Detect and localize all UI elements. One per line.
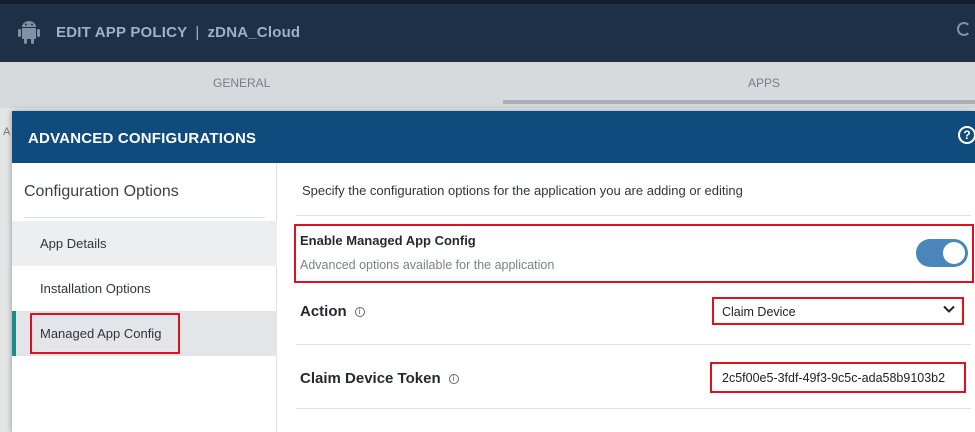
divider xyxy=(296,408,971,409)
action-select[interactable]: Claim Device xyxy=(712,297,964,325)
divider xyxy=(296,215,971,216)
sidebar-item-managed-app-config[interactable]: Managed App Config xyxy=(12,311,277,356)
configuration-content: Specify the configuration options for th… xyxy=(278,163,975,432)
action-label: Action xyxy=(300,303,347,320)
refresh-icon[interactable] xyxy=(957,22,971,36)
org-name: zDNA_Cloud xyxy=(207,24,301,41)
sidebar-item-label: Managed App Config xyxy=(40,326,162,341)
sidebar-item-label: Installation Options xyxy=(40,281,151,296)
top-strip xyxy=(0,0,975,4)
intro-text: Specify the configuration options for th… xyxy=(302,183,743,198)
help-icon[interactable]: ? xyxy=(958,126,975,144)
claim-device-token-label: Claim Device Token xyxy=(300,370,441,387)
managed-app-config-toggle[interactable] xyxy=(916,239,968,267)
info-icon[interactable]: i xyxy=(448,374,459,385)
title-separator: | xyxy=(195,24,200,41)
token-label-row: Claim Device Token i xyxy=(300,370,459,387)
configuration-options-heading: Configuration Options xyxy=(24,183,179,200)
active-item-accent xyxy=(12,311,16,356)
configuration-options-panel: Configuration Options App Details Instal… xyxy=(12,163,277,432)
divider xyxy=(296,344,971,345)
tab-apps[interactable]: APPS xyxy=(748,76,780,90)
tab-general[interactable]: GENERAL xyxy=(213,76,270,90)
page-title: EDIT APP POLICY | zDNA_Cloud xyxy=(56,24,300,41)
modal-header: ADVANCED CONFIGURATIONS ? xyxy=(12,111,975,163)
managed-app-config-label: Enable Managed App Config xyxy=(300,233,476,248)
top-bar: EDIT APP POLICY | zDNA_Cloud xyxy=(0,0,975,62)
managed-app-config-description: Advanced options available for the appli… xyxy=(300,258,555,272)
toggle-knob xyxy=(943,242,965,264)
advanced-configurations-modal: ADVANCED CONFIGURATIONS ? Configuration … xyxy=(12,111,975,432)
active-tab-indicator xyxy=(503,100,975,104)
background-partial-text: A xyxy=(3,126,11,138)
android-icon xyxy=(18,21,40,44)
sidebar-divider xyxy=(24,217,265,218)
action-label-row: Action i xyxy=(300,303,365,320)
sidebar-item-label: App Details xyxy=(40,236,107,251)
sidebar-item-installation-options[interactable]: Installation Options xyxy=(12,266,277,311)
modal-title: ADVANCED CONFIGURATIONS xyxy=(28,130,257,147)
token-value: 2c5f00e5-3fdf-49f3-9c5c-ada58b9103b2 xyxy=(722,371,946,385)
action-selected-value: Claim Device xyxy=(722,305,796,319)
info-icon[interactable]: i xyxy=(354,307,365,318)
claim-device-token-input[interactable]: 2c5f00e5-3fdf-49f3-9c5c-ada58b9103b2 xyxy=(710,362,966,393)
sidebar-item-app-details[interactable]: App Details xyxy=(12,221,277,266)
chevron-down-icon xyxy=(943,305,955,313)
page-title-text: EDIT APP POLICY xyxy=(56,24,188,41)
background-sidebar xyxy=(0,108,12,432)
